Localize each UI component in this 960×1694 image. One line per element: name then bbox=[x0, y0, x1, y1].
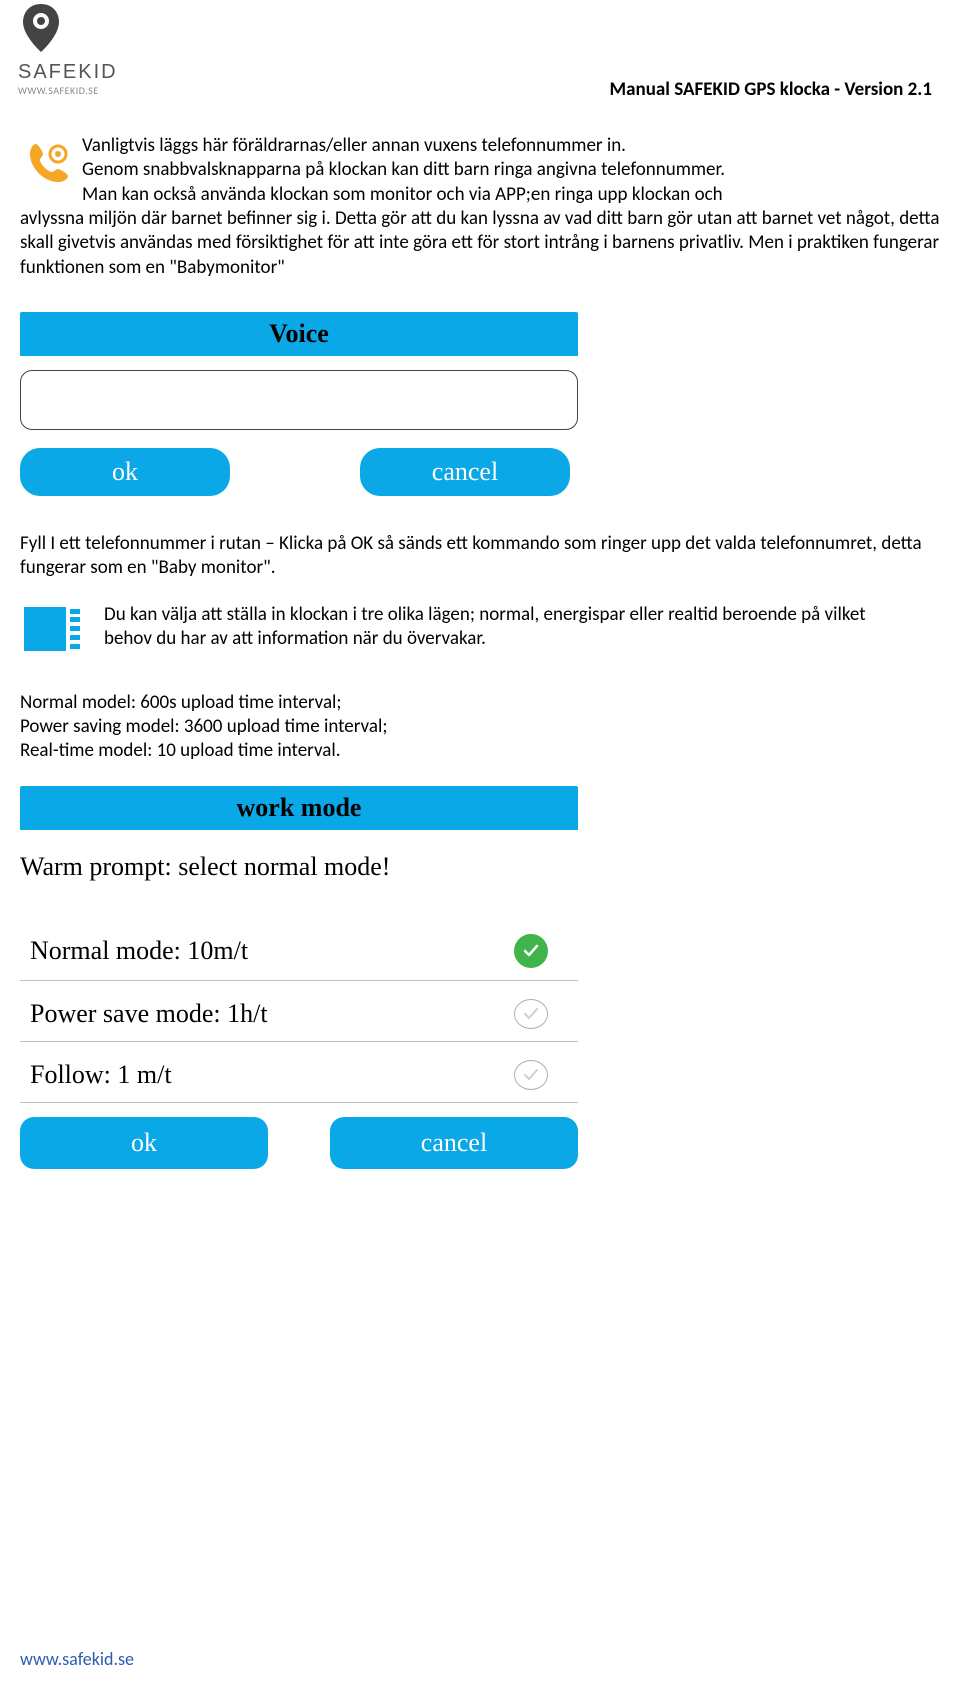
option-powersave[interactable]: Power save mode: 1h/t bbox=[20, 981, 578, 1042]
workmode-intro-text: Du kan välja att ställa in klockan i tre… bbox=[20, 603, 940, 652]
workmode-ok-button[interactable]: ok bbox=[20, 1117, 268, 1169]
workmode-prompt: Warm prompt: select normal mode! bbox=[20, 852, 578, 882]
modes-list: Normal model: 600s upload time interval;… bbox=[20, 691, 940, 764]
workmode-title: work mode bbox=[20, 786, 578, 830]
option-label: Power save mode: 1h/t bbox=[30, 999, 268, 1029]
mode-normal: Normal model: 600s upload time interval; bbox=[20, 691, 940, 715]
intro-cont: avlyssna miljön där barnet befinner sig … bbox=[20, 207, 940, 280]
logo: SAFEKID WWW.SAFEKID.SE bbox=[18, 2, 118, 97]
footer-url: www.safekid.se bbox=[20, 1648, 134, 1670]
mode-realtime: Real-time model: 10 upload time interval… bbox=[20, 739, 940, 763]
mode-icon bbox=[24, 607, 80, 651]
option-normal[interactable]: Normal mode: 10m/t bbox=[20, 916, 578, 981]
voice-cancel-button[interactable]: cancel bbox=[360, 448, 570, 496]
intro-line3: Man kan också använda klockan som monito… bbox=[20, 183, 940, 207]
section-workmode-intro: Du kan välja att ställa in klockan i tre… bbox=[20, 603, 940, 673]
check-icon bbox=[514, 999, 548, 1029]
logo-url: WWW.SAFEKID.SE bbox=[18, 84, 118, 97]
section-voice-intro: Vanligtvis läggs här föräldrarnas/eller … bbox=[20, 134, 940, 294]
phone-icon bbox=[24, 140, 72, 193]
pin-icon bbox=[18, 2, 64, 54]
voice-ok-button[interactable]: ok bbox=[20, 448, 230, 496]
intro-line1: Vanligtvis läggs här föräldrarnas/eller … bbox=[20, 134, 940, 158]
mode-powersaving: Power saving model: 3600 upload time int… bbox=[20, 715, 940, 739]
voice-phone-input[interactable] bbox=[20, 370, 578, 430]
check-icon bbox=[514, 1060, 548, 1090]
intro-line2: Genom snabbvalsknapparna på klockan kan … bbox=[20, 158, 940, 182]
logo-text: SAFEKID bbox=[18, 61, 118, 84]
workmode-panel: work mode Warm prompt: select normal mod… bbox=[20, 786, 578, 1169]
option-label: Follow: 1 m/t bbox=[30, 1060, 172, 1090]
option-follow[interactable]: Follow: 1 m/t bbox=[20, 1042, 578, 1103]
workmode-options: Normal mode: 10m/t Power save mode: 1h/t… bbox=[20, 916, 578, 1103]
workmode-cancel-button[interactable]: cancel bbox=[330, 1117, 578, 1169]
section-babymonitor-text: Fyll I ett telefonnummer i rutan – Klick… bbox=[20, 532, 940, 581]
page-title: Manual SAFEKID GPS klocka - Version 2.1 bbox=[610, 78, 932, 101]
voice-panel: Voice ok cancel bbox=[20, 312, 578, 496]
voice-panel-title: Voice bbox=[20, 312, 578, 356]
check-icon-selected bbox=[514, 934, 548, 968]
option-label: Normal mode: 10m/t bbox=[30, 936, 248, 966]
document-header: SAFEKID WWW.SAFEKID.SE Manual SAFEKID GP… bbox=[0, 0, 960, 110]
